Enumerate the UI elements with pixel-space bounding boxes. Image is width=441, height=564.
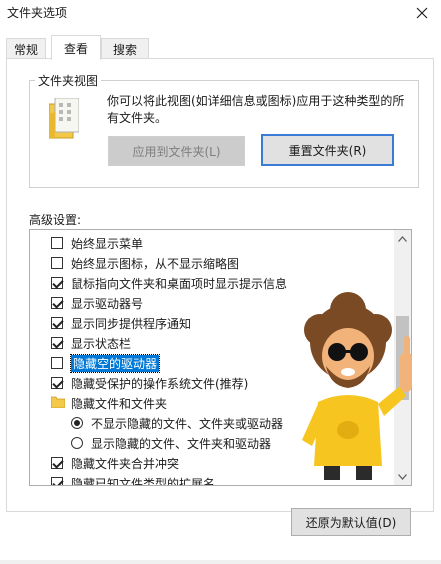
- window-bottom-edge: [0, 560, 441, 564]
- list-item[interactable]: 始终显示菜单: [51, 233, 143, 253]
- apply-to-folders-button[interactable]: 应用到文件夹(L): [108, 136, 245, 166]
- list-item[interactable]: 鼠标指向文件夹和桌面项时显示提示信息: [51, 273, 287, 293]
- close-icon[interactable]: [402, 0, 441, 26]
- radio-button[interactable]: [71, 417, 83, 429]
- list-item-label: 显示同步提供程序通知: [71, 316, 192, 331]
- list-item[interactable]: 隐藏文件夹合并冲突: [51, 453, 179, 473]
- tab-search[interactable]: 搜索: [101, 38, 149, 59]
- list-item-selected[interactable]: 隐藏空的驱动器: [51, 353, 161, 373]
- restore-defaults-button[interactable]: 还原为默认值(D): [291, 508, 411, 536]
- checkbox[interactable]: [51, 477, 63, 485]
- radio-button[interactable]: [71, 437, 83, 449]
- list-item-label: 隐藏文件夹合并冲突: [71, 456, 180, 471]
- folder-views-legend: 文件夹视图: [35, 72, 102, 89]
- list-item-label: 显示隐藏的文件、文件夹和驱动器: [91, 436, 272, 451]
- list-item[interactable]: 不显示隐藏的文件、文件夹或驱动器: [71, 413, 283, 433]
- tab-view[interactable]: 查看: [51, 35, 101, 60]
- checkbox[interactable]: [51, 237, 63, 249]
- title-bar: 文件夹选项: [0, 0, 441, 30]
- list-item-label: 不显示隐藏的文件、文件夹或驱动器: [91, 416, 284, 431]
- checkbox[interactable]: [51, 357, 63, 369]
- list-item-label: 隐藏已知文件类型的扩展名: [71, 476, 216, 486]
- window-title: 文件夹选项: [7, 6, 68, 20]
- checkbox[interactable]: [51, 297, 63, 309]
- checkbox[interactable]: [51, 277, 63, 289]
- list-item[interactable]: 隐藏已知文件类型的扩展名: [51, 473, 216, 486]
- list-item-label: 鼠标指向文件夹和桌面项时显示提示信息: [71, 276, 288, 291]
- folder-view-icon: [48, 97, 80, 143]
- list-item-label: 隐藏文件和文件夹: [71, 396, 168, 411]
- list-item[interactable]: 始终显示图标，从不显示缩略图: [51, 253, 239, 273]
- list-item[interactable]: 显示驱动器号: [51, 293, 143, 313]
- checkbox[interactable]: [51, 377, 63, 389]
- reset-folders-button[interactable]: 重置文件夹(R): [261, 134, 394, 166]
- tab-general[interactable]: 常规: [6, 38, 46, 59]
- folder-icon: [50, 396, 66, 411]
- list-item[interactable]: 显示同步提供程序通知: [51, 313, 191, 333]
- list-item-label: 隐藏空的驱动器: [69, 353, 161, 373]
- list-item-label: 隐藏受保护的操作系统文件(推荐): [71, 376, 249, 391]
- list-item-label: 显示驱动器号: [71, 296, 144, 311]
- list-item[interactable]: 隐藏受保护的操作系统文件(推荐): [51, 373, 248, 393]
- list-item-label: 始终显示菜单: [71, 236, 144, 251]
- list-item-label: 显示状态栏: [71, 336, 132, 351]
- scroll-up-icon[interactable]: [394, 230, 411, 247]
- checkbox[interactable]: [51, 257, 63, 269]
- list-item-group: 隐藏文件和文件夹: [50, 393, 168, 413]
- checkbox[interactable]: [51, 337, 63, 349]
- checkbox[interactable]: [51, 317, 63, 329]
- advanced-settings-label: 高级设置:: [29, 213, 82, 227]
- folder-views-description: 你可以将此视图(如详细信息或图标)应用于这种类型的所有文件夹。: [107, 94, 405, 125]
- list-item[interactable]: 显示状态栏: [51, 333, 131, 353]
- list-item[interactable]: 显示隐藏的文件、文件夹和驱动器: [71, 433, 271, 453]
- checkbox[interactable]: [51, 457, 63, 469]
- list-item-label: 始终显示图标，从不显示缩略图: [71, 256, 240, 271]
- cartoon-mascot-image: [296, 290, 428, 483]
